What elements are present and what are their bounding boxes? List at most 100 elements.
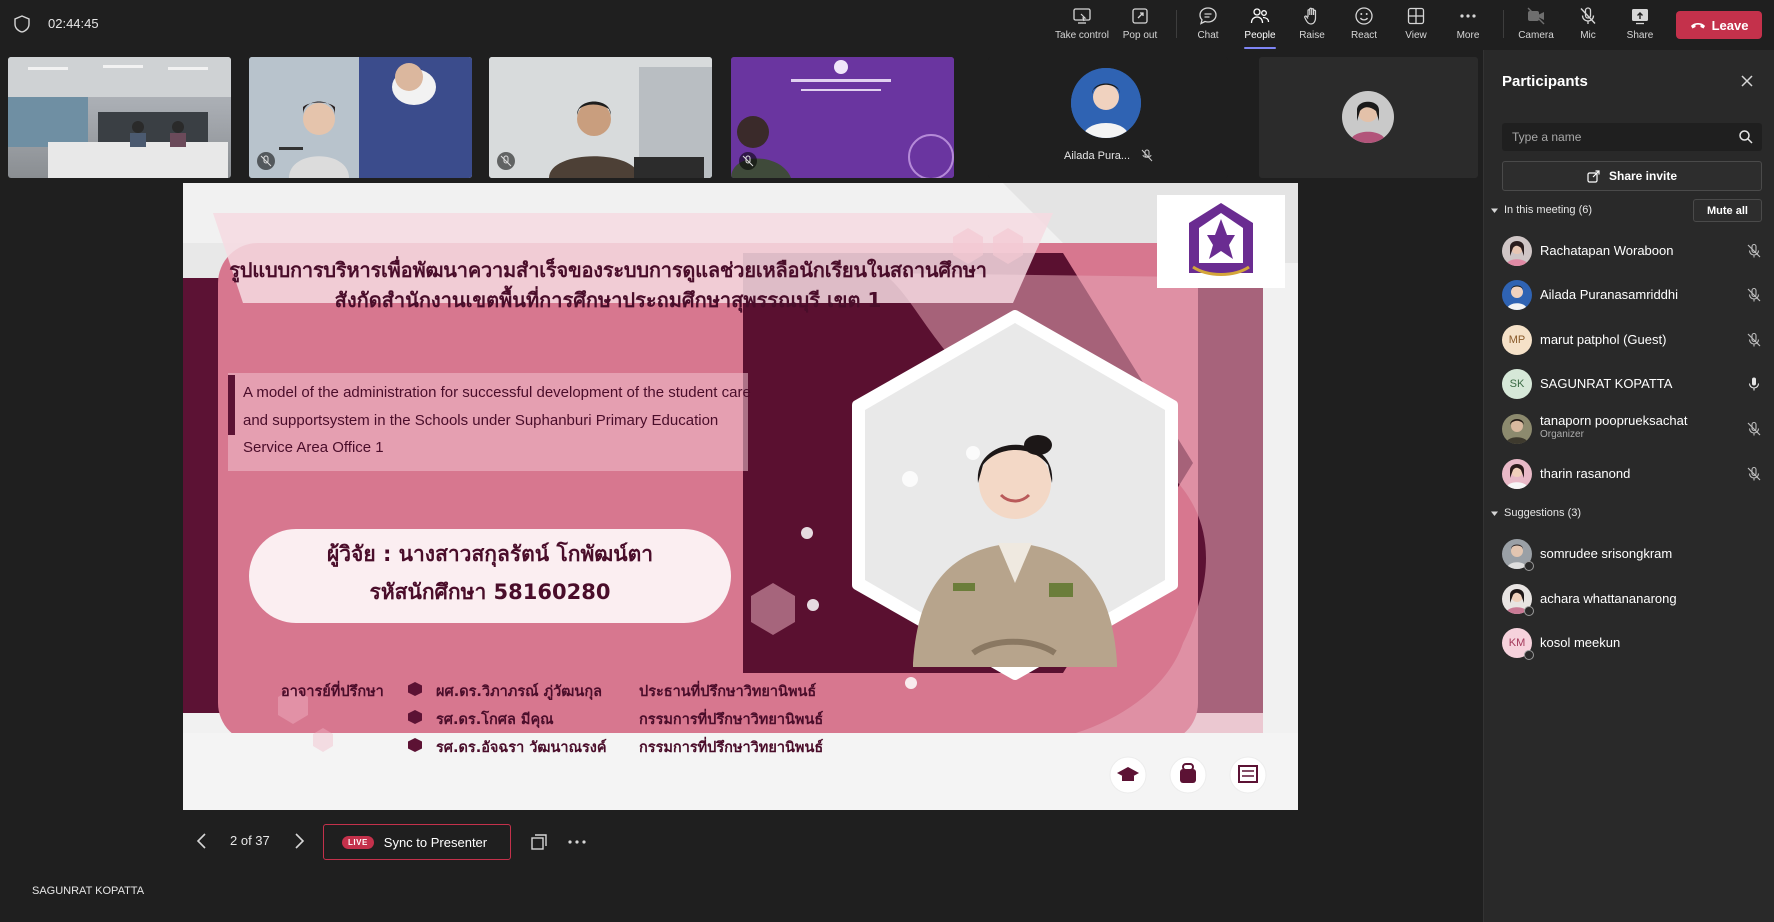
sync-to-presenter-button[interactable]: LIVE Sync to Presenter	[323, 824, 511, 860]
leave-button[interactable]: Leave	[1676, 11, 1762, 39]
participants-panel: Participants Share invite In this meetin…	[1483, 50, 1774, 922]
advisor-name: รศ.ดร.อัจฉรา วัฒนาณรงค์	[436, 740, 607, 756]
mic-off-icon	[1580, 7, 1596, 24]
avatar	[1502, 414, 1532, 444]
camera-label: Camera	[1518, 30, 1554, 41]
next-slide-icon[interactable]	[292, 832, 306, 850]
camera-button[interactable]: Camera	[1506, 6, 1566, 46]
tile-mic-off-indicator	[739, 152, 757, 170]
share-arrow-icon	[1587, 170, 1600, 183]
share-invite-label: Share invite	[1608, 169, 1678, 183]
mic-off-icon[interactable]	[1746, 466, 1762, 482]
previous-slide-icon[interactable]	[195, 832, 209, 850]
mute-all-button[interactable]: Mute all	[1693, 199, 1762, 222]
pop-out-icon	[1132, 8, 1148, 24]
participant-name: SAGUNRAT KOPATTA	[1540, 376, 1673, 391]
share-invite-button[interactable]: Share invite	[1502, 161, 1762, 191]
participant-row[interactable]: MP marut patphol (Guest)	[1484, 320, 1774, 360]
react-button[interactable]: React	[1334, 6, 1394, 46]
video-tile-ailada[interactable]: Ailada Pura...	[988, 57, 1228, 178]
raise-hand-button[interactable]: Raise	[1282, 6, 1342, 46]
suggestion-row[interactable]: KM kosol meekun	[1484, 623, 1774, 663]
in-meeting-section-toggle[interactable]: In this meeting (6)	[1490, 204, 1592, 216]
toolbar-divider	[1503, 10, 1504, 38]
in-meeting-label: In this meeting (6)	[1504, 204, 1593, 216]
more-options-icon[interactable]	[567, 833, 587, 851]
suggestion-name: kosol meekun	[1540, 635, 1621, 650]
video-tile-man-laptop[interactable]	[489, 57, 712, 178]
mic-off-icon[interactable]	[1746, 332, 1762, 348]
mic-off-icon	[260, 155, 272, 167]
pop-out-button[interactable]: Pop out	[1110, 6, 1170, 46]
grid-view-icon	[1407, 7, 1425, 25]
avatar: SK	[1502, 369, 1532, 399]
shared-presentation-slide: รูปแบบการบริหารเพื่อพัฒนาความสำเร็จของระ…	[183, 183, 1298, 810]
participant-name: tharin rasanond	[1540, 466, 1631, 481]
slide-title-line-2: สังกัดสำนักงานเขตพื้นที่การศึกษาประถมศึก…	[334, 288, 882, 312]
mic-off-icon[interactable]	[1746, 287, 1762, 303]
pop-out-label: Pop out	[1122, 30, 1158, 41]
chevron-down-icon	[1491, 208, 1498, 213]
meeting-timer: 02:44:45	[48, 16, 99, 31]
view-label: View	[1405, 30, 1427, 41]
suggestion-row[interactable]: achara whattananarong	[1484, 579, 1774, 619]
slide-english-line-3: Service Area Office 1	[243, 439, 384, 456]
slide-page-indicator: 2 of 37	[230, 833, 270, 848]
advisor-role: กรรมการที่ปรึกษาวิทยานิพนธ์	[639, 740, 824, 756]
video-tile-purple-background[interactable]	[731, 57, 954, 178]
camera-off-icon	[1527, 7, 1545, 25]
live-badge: LIVE	[342, 835, 374, 849]
suggestions-section-toggle[interactable]: Suggestions (3)	[1490, 507, 1581, 519]
leave-label: Leave	[1711, 17, 1749, 33]
tile-mic-off-indicator	[497, 152, 515, 170]
participant-search[interactable]	[1502, 123, 1762, 151]
slide-view-icon[interactable]	[530, 833, 548, 851]
people-icon	[1250, 8, 1270, 24]
mic-off-icon[interactable]	[1746, 243, 1762, 259]
mic-on-icon[interactable]	[1746, 376, 1762, 392]
avatar	[1342, 91, 1394, 143]
presence-offline-icon	[1524, 650, 1534, 660]
suggestion-name: achara whattananarong	[1540, 591, 1677, 606]
video-tile-participant[interactable]	[1259, 57, 1478, 178]
share-button[interactable]: Share	[1610, 6, 1670, 46]
mic-off-icon[interactable]	[1746, 421, 1762, 437]
take-control-button[interactable]: Take control	[1052, 6, 1112, 46]
smiley-icon	[1355, 7, 1373, 25]
suggestion-name: somrudee srisongkram	[1540, 546, 1673, 561]
participant-row[interactable]: SK SAGUNRAT KOPATTA	[1484, 364, 1774, 404]
researcher-name: ผู้วิจัย : นางสาวสกุลรัตน์ โกพัฒน์ตา	[326, 542, 654, 566]
search-input[interactable]	[1502, 123, 1722, 151]
more-button[interactable]: More	[1438, 6, 1498, 46]
chat-button[interactable]: Chat	[1178, 6, 1238, 46]
avatar-photo	[1502, 459, 1532, 489]
participant-row[interactable]: tharin rasanond	[1484, 454, 1774, 494]
avatar-photo	[1502, 236, 1532, 266]
mic-button[interactable]: Mic	[1558, 6, 1618, 46]
student-id: รหัสนักศึกษา 58160280	[369, 580, 611, 604]
search-icon[interactable]	[1738, 129, 1754, 145]
chat-icon	[1199, 7, 1217, 25]
video-tile-presenter-room[interactable]	[249, 57, 472, 178]
mic-label: Mic	[1580, 30, 1596, 41]
view-button[interactable]: View	[1386, 6, 1446, 46]
participant-role: Organizer	[1540, 429, 1584, 440]
participant-row[interactable]: tanaporn pooprueksachat Organizer	[1484, 409, 1774, 449]
sync-label: Sync to Presenter	[383, 834, 488, 850]
avatar-photo	[1502, 280, 1532, 310]
close-icon[interactable]	[1740, 74, 1754, 88]
participant-row[interactable]: Ailada Puranasamriddhi	[1484, 275, 1774, 315]
participant-row[interactable]: Rachatapan Woraboon	[1484, 231, 1774, 271]
participant-name: tanaporn pooprueksachat	[1540, 413, 1688, 428]
suggestion-row[interactable]: somrudee srisongkram	[1484, 534, 1774, 574]
advisors-label: อาจารย์ที่ปรึกษา	[281, 684, 384, 700]
participant-name: marut patphol (Guest)	[1540, 332, 1667, 347]
tile-mic-off-indicator	[257, 152, 275, 170]
video-tile-meeting-room[interactable]	[8, 57, 231, 178]
panel-title: Participants	[1502, 73, 1588, 90]
avatar-photo	[1342, 91, 1394, 143]
react-label: React	[1350, 30, 1378, 41]
mic-off-icon	[500, 155, 512, 167]
advisor-role: กรรมการที่ปรึกษาวิทยานิพนธ์	[639, 712, 824, 728]
people-button[interactable]: People	[1230, 6, 1290, 49]
